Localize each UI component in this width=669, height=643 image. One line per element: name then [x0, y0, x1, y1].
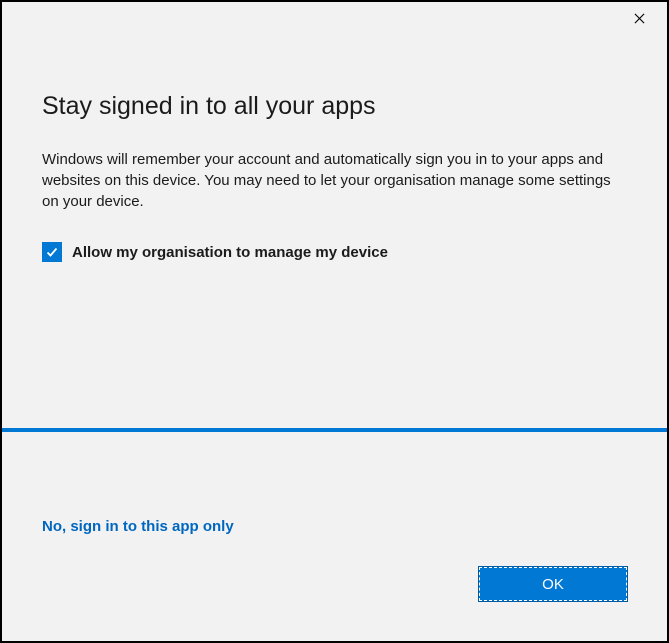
- close-button[interactable]: [625, 4, 653, 32]
- close-icon: [634, 13, 645, 24]
- dialog-window: Stay signed in to all your apps Windows …: [0, 0, 669, 643]
- allow-manage-checkbox[interactable]: [42, 242, 62, 262]
- dialog-footer: No, sign in to this app only OK: [2, 428, 667, 641]
- ok-button[interactable]: OK: [479, 567, 627, 601]
- sign-in-app-only-link[interactable]: No, sign in to this app only: [42, 518, 234, 535]
- button-row: OK: [42, 567, 627, 601]
- titlebar: [2, 2, 667, 34]
- dialog-content: Stay signed in to all your apps Windows …: [2, 34, 667, 428]
- allow-manage-label[interactable]: Allow my organisation to manage my devic…: [72, 244, 388, 261]
- dialog-title: Stay signed in to all your apps: [42, 92, 627, 121]
- checkbox-row: Allow my organisation to manage my devic…: [42, 242, 627, 262]
- dialog-description: Windows will remember your account and a…: [42, 149, 627, 212]
- checkmark-icon: [45, 245, 59, 259]
